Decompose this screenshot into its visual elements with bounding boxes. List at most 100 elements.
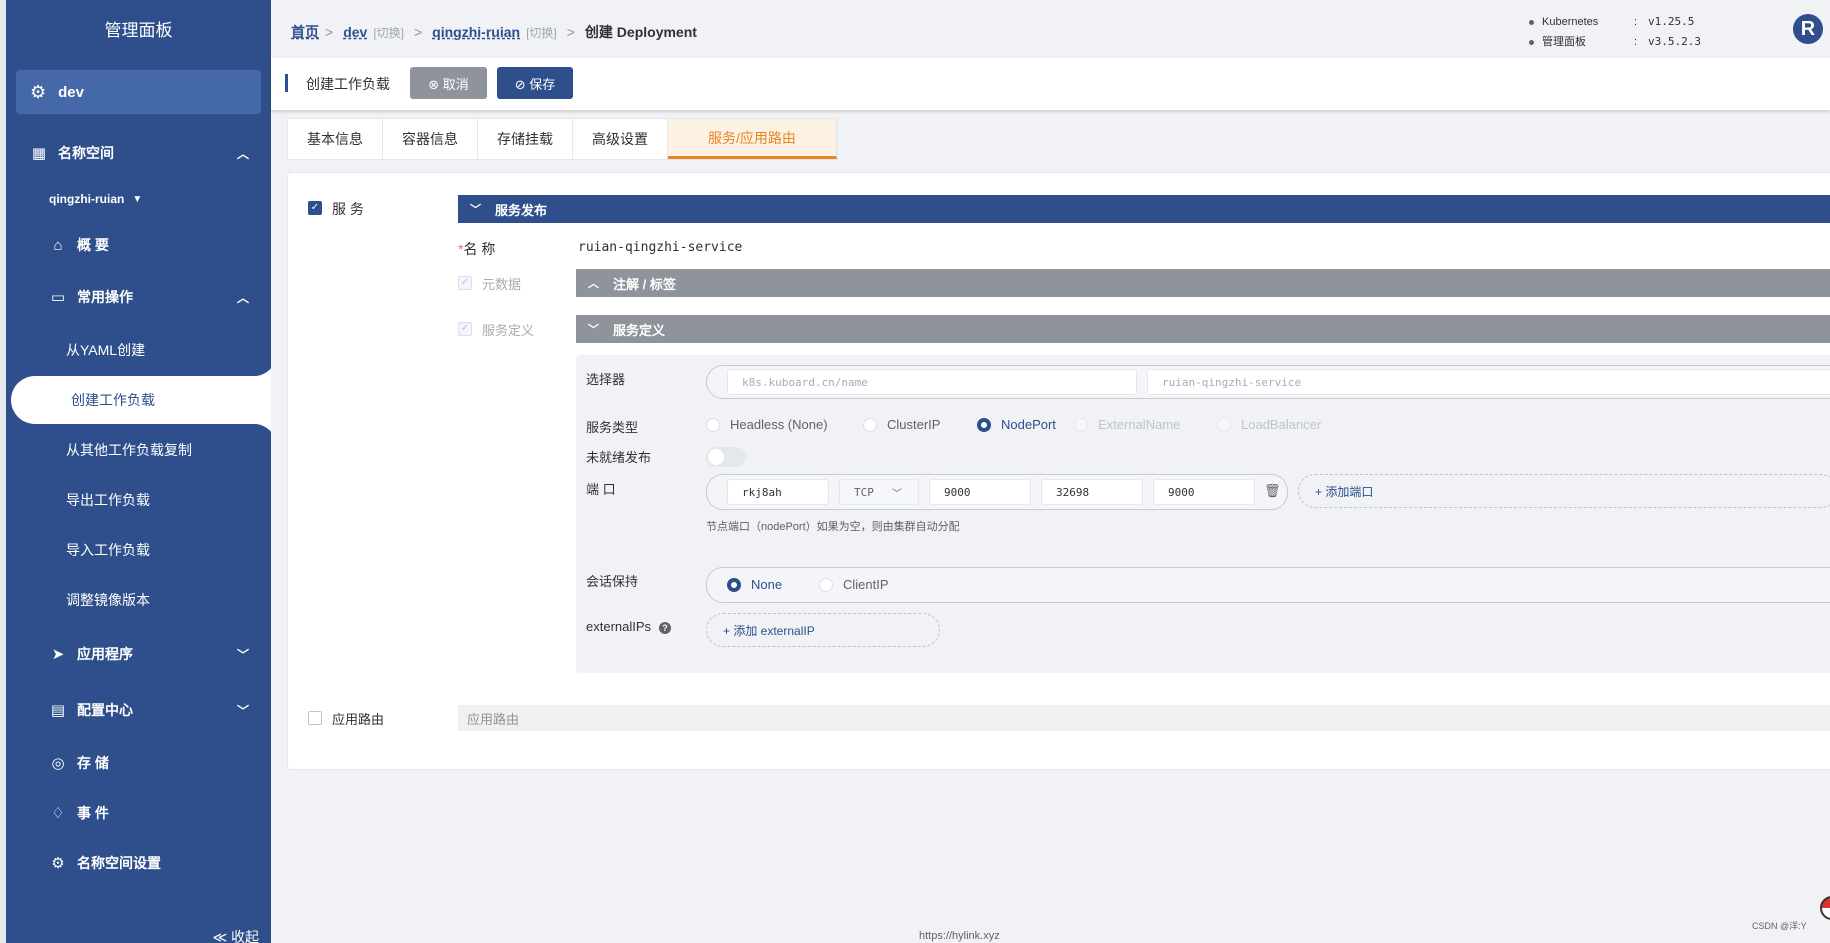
briefcase-icon: ▤ [50, 702, 66, 719]
session-affinity-row: None ClientIP [706, 567, 1830, 603]
sidebar-item-storage[interactable]: ◎ 存 储 [6, 743, 271, 783]
watermark: CSDN @洋:Y [1752, 921, 1807, 931]
cancel-button[interactable]: ⊗ 取消 [410, 67, 487, 99]
add-external-ip-button[interactable]: + 添加 externalIP [706, 613, 940, 647]
port-row: rkj8ah TCP ﹀ 9000 32698 9000 🗑 [706, 474, 1288, 510]
user-avatar[interactable]: R [1793, 14, 1823, 44]
breadcrumb-current: 创建 Deployment [584, 24, 697, 40]
trash-icon[interactable]: 🗑 [1264, 483, 1281, 499]
protocol-select[interactable]: TCP ﹀ [839, 479, 919, 505]
database-icon: ◎ [51, 755, 65, 772]
target-port-input[interactable]: 9000 [1153, 479, 1255, 505]
breadcrumb-separator-icon: > [325, 24, 334, 40]
sidebar-item-overview[interactable]: ⌂ 概 要 [6, 225, 271, 265]
service-definition-body: 选择器 k8s.kuboard.cn/name ruian-qingzhi-se… [576, 355, 1830, 673]
chevron-down-icon: ﹀ [891, 488, 902, 500]
sidebar-item-create-workload[interactable]: 创建工作负载 [11, 352, 271, 448]
tab-service-route[interactable]: 服务/应用路由 [668, 119, 837, 159]
service-publish-header[interactable]: ﹀ 服务发布 [458, 195, 1830, 223]
port-name-input[interactable]: rkj8ah [727, 479, 829, 505]
service-name-value[interactable]: ruian-qingzhi-service [578, 240, 742, 255]
selector-row: k8s.kuboard.cn/name ruian-qingzhi-servic… [706, 365, 1830, 399]
sidebar-item-ns-settings[interactable]: ⚙ 名称空间设置 [6, 843, 271, 883]
sidebar-item-label: 导出工作负载 [66, 492, 150, 508]
version-info: Kubernetes: v1.25.5 管理面板: v3.5.2.3 [1529, 12, 1701, 52]
sidebar-item-export-workload[interactable]: 导出工作负载 [6, 480, 271, 520]
selector-key-input[interactable]: k8s.kuboard.cn/name [727, 369, 1137, 395]
breadcrumb-switch-cluster[interactable]: [切换] [373, 24, 404, 41]
radio-circle [1217, 417, 1231, 432]
unready-publish-toggle[interactable] [706, 447, 746, 467]
service-definition-header[interactable]: ﹀ 服务定义 [576, 315, 1830, 343]
pokeball-icon[interactable] [1820, 896, 1830, 920]
sidebar-item-label: 常用操作 [77, 289, 133, 305]
radio-circle [819, 577, 833, 592]
sidebar: 管理面板 ⚙ dev ▦ 名称空间 ︿ qingzhi-ruian ▼ ⌂ 概 要 ▭ 常用… [6, 0, 271, 943]
external-ips-label-text: externalIPs [586, 619, 652, 634]
service-definition-label: 服务定义 [482, 323, 535, 338]
chevron-down-icon: ﹀ [236, 647, 249, 662]
send-icon: ➤ [51, 646, 65, 663]
tab-storage-mount[interactable]: 存储挂载 [478, 119, 573, 159]
sidebar-item-label: 名称空间设置 [77, 855, 161, 871]
metadata-checkbox: ✓ [458, 276, 472, 290]
chevron-down-icon: ﹀ [470, 204, 481, 216]
version-colon: : [1634, 16, 1638, 28]
question-icon[interactable]: ? [659, 622, 672, 634]
tab-container-info[interactable]: 容器信息 [383, 119, 478, 159]
cluster-selector[interactable]: ⚙ dev [16, 70, 261, 114]
name-label: *名 称 [458, 239, 495, 259]
sidebar-item-label: 从其他工作负载复制 [66, 442, 192, 458]
breadcrumb-namespace[interactable]: qingzhi-ruian [432, 24, 520, 40]
type-externalname-radio: ExternalName [1074, 417, 1180, 432]
session-clientip-radio[interactable]: ClientIP [819, 577, 889, 592]
version-key: 管理面板 [1542, 36, 1586, 48]
type-headless-radio[interactable]: Headless (None) [706, 417, 828, 432]
radio-label: NodePort [1001, 417, 1056, 432]
breadcrumb-cluster[interactable]: dev [343, 24, 367, 40]
service-definition-checkbox: ✓ [458, 322, 472, 336]
footer-link[interactable]: https://hylink.xyz [919, 930, 1000, 942]
breadcrumb-separator-icon: > [413, 24, 423, 40]
name-label-text: 名 称 [463, 241, 496, 257]
radio-label: None [751, 577, 783, 592]
sidebar-item-from-yaml[interactable]: 从YAML创建 [6, 330, 271, 370]
tab-basic-info[interactable]: 基本信息 [288, 119, 383, 159]
type-nodeport-radio[interactable]: NodePort [977, 417, 1056, 432]
port-hint: 节点端口（nodePort）如果为空，则由集群自动分配 [706, 521, 960, 533]
radio-label: LoadBalancer [1241, 417, 1322, 432]
add-port-button[interactable]: + 添加端口 [1298, 474, 1830, 508]
tab-advanced[interactable]: 高级设置 [573, 119, 668, 159]
service-checkbox[interactable]: ✓ [308, 201, 322, 215]
sidebar-item-config[interactable]: ▤ 配置中心 ﹀ [6, 690, 271, 730]
radio-label: Headless (None) [730, 417, 828, 432]
sidebar-item-label: 导入工作负载 [66, 542, 150, 558]
sidebar-item-namespace[interactable]: ▦ 名称空间 ︿ [6, 133, 271, 173]
sidebar-item-apps[interactable]: ➤ 应用程序 ﹀ [6, 634, 271, 674]
node-port-input[interactable]: 32698 [1041, 479, 1143, 505]
sidebar-item-label: 调整镜像版本 [66, 592, 150, 608]
collapse-sidebar-button[interactable]: ≪ 收起 [212, 927, 259, 943]
sidebar-item-adjust-image[interactable]: 调整镜像版本 [6, 580, 271, 620]
route-checkbox[interactable] [308, 711, 322, 725]
save-button[interactable]: ⊘ 保存 [497, 67, 573, 99]
sidebar-item-events[interactable]: ♢ 事 件 [6, 793, 271, 833]
sidebar-item-import-workload[interactable]: 导入工作负载 [6, 530, 271, 570]
selector-value-input[interactable]: ruian-qingzhi-service [1147, 369, 1830, 395]
topbar: 首页 > dev [切换] > qingzhi-ruian [切换] > 创建 … [271, 0, 1830, 58]
service-type-label: 服务类型 [586, 420, 639, 435]
caret-down-icon: ▼ [132, 193, 143, 205]
annotations-labels-header[interactable]: ︿ 注解 / 标签 [576, 269, 1830, 297]
namespace-selector[interactable]: qingzhi-ruian ▼ [6, 179, 271, 219]
external-ips-label: externalIPs? [586, 619, 672, 634]
section-title: 服务发布 [495, 202, 548, 218]
radio-circle [863, 417, 877, 432]
port-input[interactable]: 9000 [929, 479, 1031, 505]
sidebar-item-common-ops[interactable]: ▭ 常用操作 ︿ [6, 277, 271, 317]
service-panel: ✓ 服 务 ﹀ 服务发布 *名 称 ruian-qingzhi-service ✓… [287, 172, 1830, 770]
breadcrumb-home[interactable]: 首页 [291, 22, 319, 42]
type-clusterip-radio[interactable]: ClusterIP [863, 417, 940, 432]
breadcrumb-switch-namespace[interactable]: [切换] [526, 24, 557, 41]
sidebar-item-copy-workload[interactable]: 从其他工作负载复制 [6, 430, 271, 470]
session-none-radio[interactable]: None [727, 577, 782, 592]
